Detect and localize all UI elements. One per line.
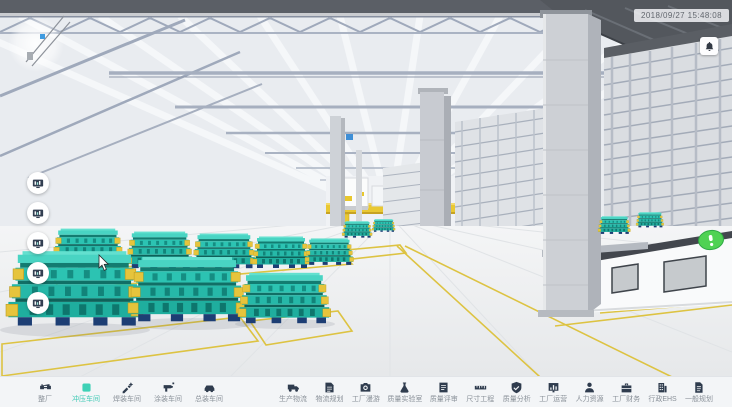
kpi-panel-button-3[interactable] bbox=[27, 232, 49, 254]
room-window bbox=[612, 264, 638, 293]
notification-button[interactable] bbox=[700, 37, 718, 55]
kpi-monitor-icon bbox=[32, 298, 44, 309]
die-stack bbox=[342, 221, 372, 237]
camera-icon bbox=[359, 381, 372, 394]
die-stack bbox=[305, 238, 354, 264]
toolbar-item-stamping-workshop[interactable]: 冲压车间 bbox=[71, 381, 101, 403]
steel-column-main bbox=[538, 10, 601, 317]
toolbar-item-final-assembly-workshop[interactable]: 总装车间 bbox=[194, 381, 224, 403]
toolbar-item-production-logistics[interactable]: 生产物流 bbox=[278, 381, 308, 403]
kpi-panel-button-4[interactable] bbox=[27, 262, 49, 284]
toolbar-item-quality-lab[interactable]: 质量实验室 bbox=[387, 381, 422, 403]
timestamp-badge: 2018/09/27 15:48:08 bbox=[634, 9, 729, 22]
toolbar-item-quality-review[interactable]: 质量评审 bbox=[429, 381, 459, 403]
document-icon bbox=[692, 381, 705, 394]
toolbar-item-painting-workshop[interactable]: 涂装车间 bbox=[153, 381, 183, 403]
person-icon bbox=[583, 381, 596, 394]
toolbar-item-welding-workshop[interactable]: 焊装车间 bbox=[112, 381, 142, 403]
stamping-workshop-icon bbox=[80, 381, 93, 394]
scene-3d bbox=[0, 0, 732, 377]
toolbar-item-logistics-planning[interactable]: 物流规划 bbox=[314, 381, 344, 403]
assembly-workshop-icon bbox=[203, 381, 216, 394]
viewport-3d[interactable]: 2018/09/27 15:48:08 bbox=[0, 0, 732, 377]
briefcase-icon bbox=[620, 381, 633, 394]
kpi-monitor-icon bbox=[32, 178, 44, 189]
review-doc-icon bbox=[437, 381, 450, 394]
welding-workshop-icon bbox=[121, 381, 134, 394]
toolbar-item-factory-operations[interactable]: 工厂运营 bbox=[538, 381, 568, 403]
die-stack bbox=[598, 216, 630, 234]
clipboard-icon bbox=[323, 381, 336, 394]
truck-icon bbox=[287, 381, 300, 394]
bottom-toolbar: 整厂 冲压车间 焊装车间 涂装车间 总装车间 生产物流 bbox=[0, 376, 732, 407]
kpi-panel-button-1[interactable] bbox=[27, 172, 49, 194]
die-stack bbox=[128, 257, 246, 321]
function-nav-group: 生产物流 物流规划 工厂漫游 质量实验室 质量评审 尺寸工程 bbox=[232, 377, 732, 407]
distant-press-machine bbox=[342, 178, 368, 208]
kpi-monitor-icon bbox=[32, 238, 44, 249]
toolbar-item-general-planning[interactable]: 一般规划 bbox=[684, 381, 714, 403]
die-stack bbox=[252, 237, 310, 269]
toolbar-item-factory-finance[interactable]: 工厂财务 bbox=[611, 381, 641, 403]
app-root: 2018/09/27 15:48:08 bbox=[0, 0, 732, 407]
toolbar-item-admin-ehs[interactable]: 行政EHS bbox=[648, 381, 678, 403]
kpi-monitor-icon bbox=[32, 208, 44, 219]
painting-workshop-icon bbox=[162, 381, 175, 394]
toolbar-item-human-resources[interactable]: 人力资源 bbox=[575, 381, 605, 403]
toolbar-item-whole-plant[interactable]: 整厂 bbox=[30, 381, 60, 403]
kpi-panel-button-2[interactable] bbox=[27, 202, 49, 224]
left-tool-buttons bbox=[27, 172, 49, 314]
room-window bbox=[664, 256, 706, 292]
kpi-panel-button-5[interactable] bbox=[27, 292, 49, 314]
die-stack bbox=[372, 219, 395, 232]
toolbar-item-quality-analysis[interactable]: 质量分析 bbox=[502, 381, 532, 403]
plant-overview-icon bbox=[39, 381, 52, 394]
toolbar-item-factory-tour[interactable]: 工厂漫游 bbox=[351, 381, 381, 403]
die-stack bbox=[238, 273, 331, 323]
chart-icon bbox=[547, 381, 560, 394]
shield-icon bbox=[510, 381, 523, 394]
kpi-monitor-icon bbox=[32, 268, 44, 279]
die-stack bbox=[636, 212, 664, 227]
toolbar-item-dimensional-engineering[interactable]: 尺寸工程 bbox=[465, 381, 495, 403]
ruler-icon bbox=[474, 381, 487, 394]
bell-icon bbox=[704, 41, 715, 52]
building-icon bbox=[656, 381, 669, 394]
flask-icon bbox=[398, 381, 411, 394]
workshop-nav-group: 整厂 冲压车间 焊装车间 涂装车间 总装车间 bbox=[0, 377, 232, 407]
